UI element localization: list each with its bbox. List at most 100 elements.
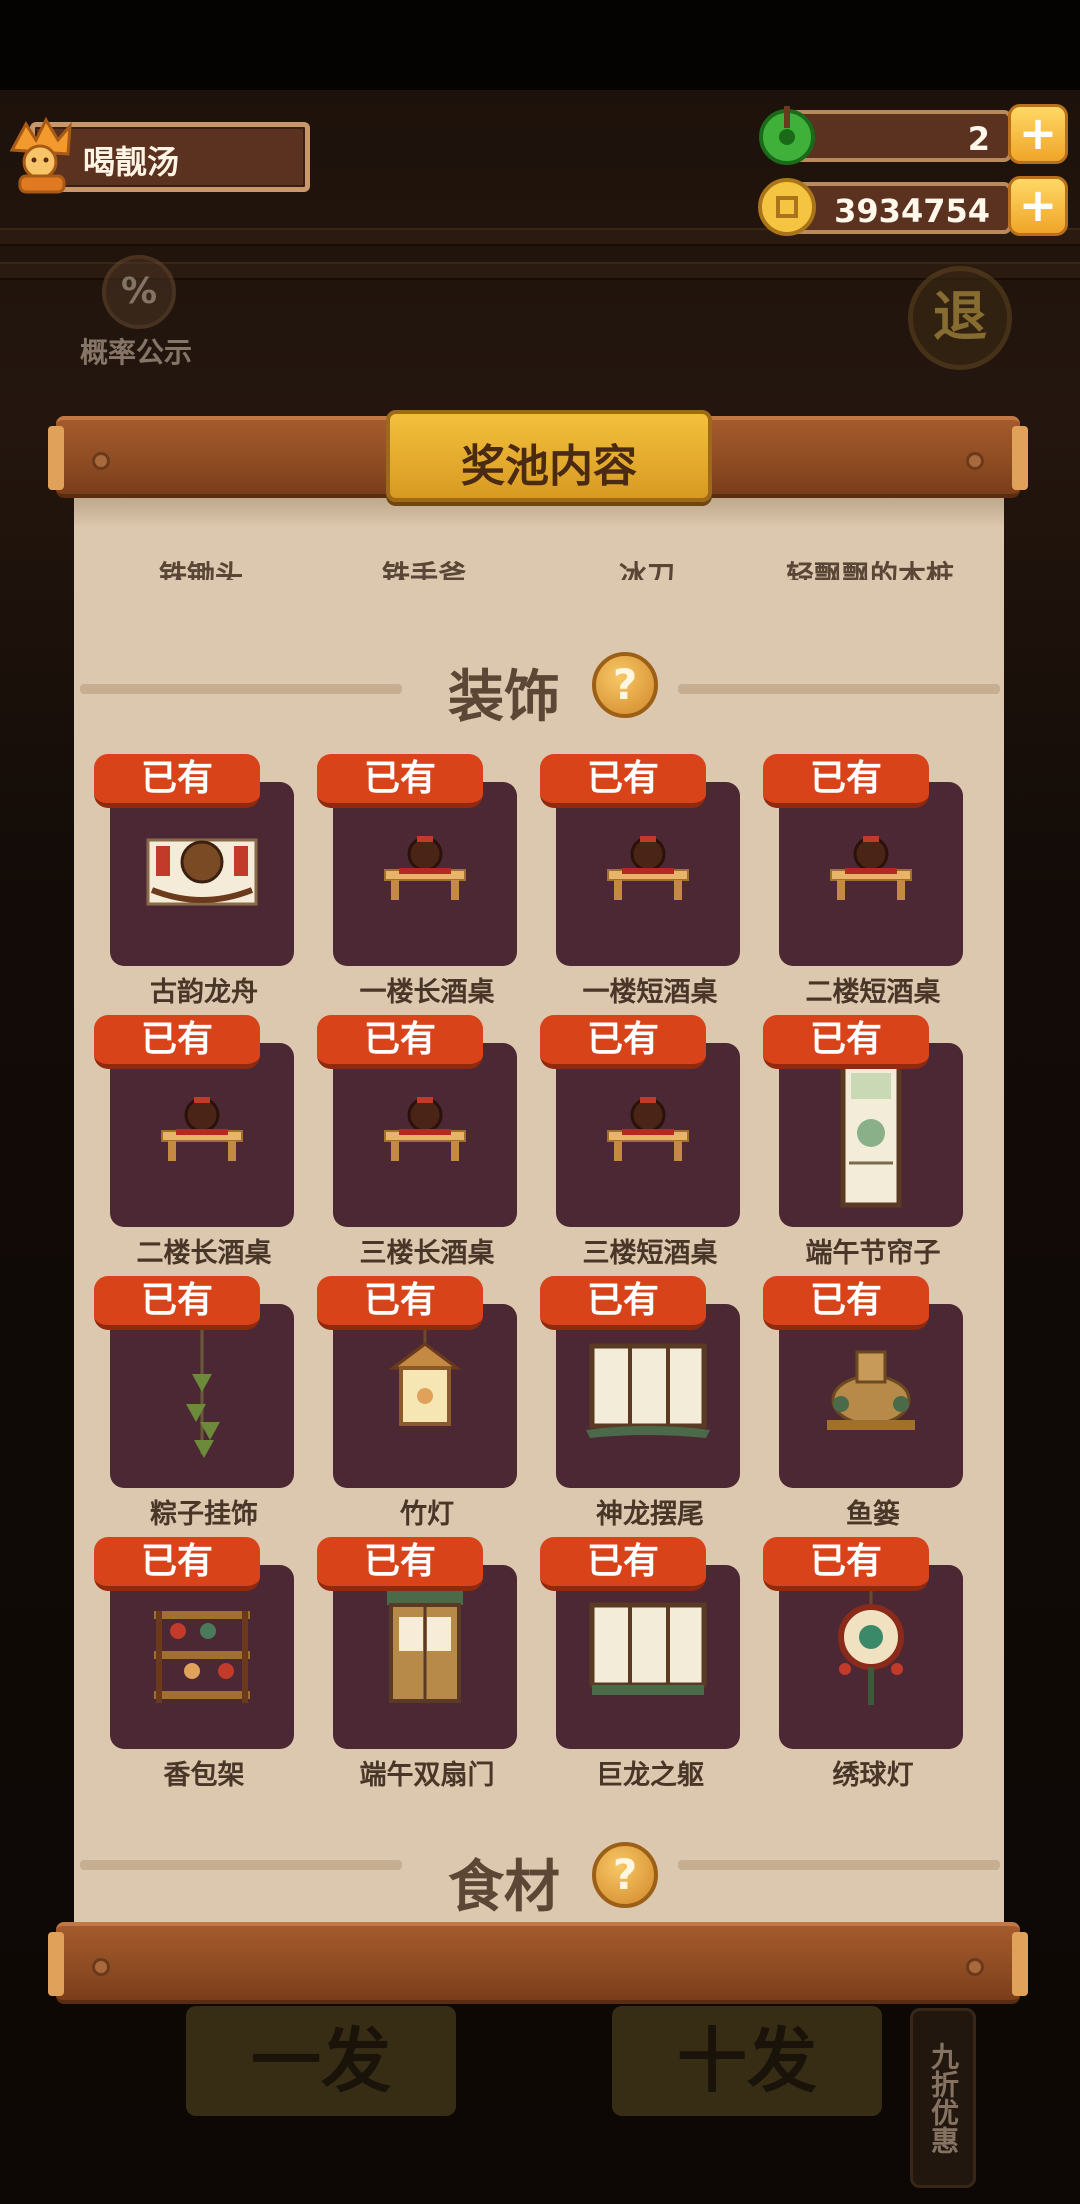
decoration-item[interactable]: 已有二楼短酒桌 [763, 754, 963, 1008]
previous-item-name: 冰刀 [618, 559, 675, 580]
section-title: 食材 [448, 1855, 560, 1920]
item-name: 端午双扇门 [359, 1760, 495, 1791]
rod-cap [48, 1932, 64, 1996]
help-icon[interactable]: ? [592, 652, 658, 718]
decoration-item[interactable]: 已有三楼短酒桌 [540, 1015, 740, 1269]
owned-badge: 已有 [94, 1015, 260, 1069]
item-name: 竹灯 [400, 1499, 454, 1530]
rod-nail [92, 1958, 110, 1976]
item-name: 鱼篓 [846, 1499, 900, 1530]
discount-tag: 九折优惠 [910, 2008, 976, 2188]
owned-badge: 已有 [763, 1276, 929, 1330]
divider [678, 1860, 1000, 1870]
decoration-item[interactable]: 已有鱼篓 [763, 1276, 963, 1530]
player-avatar-icon[interactable] [6, 110, 76, 194]
dragon-body-window-icon [589, 1602, 707, 1695]
owned-badge: 已有 [540, 754, 706, 808]
next-section-header: 食材 ? [74, 1838, 1004, 1920]
owned-badge: 已有 [763, 754, 929, 808]
rod-nail [966, 1958, 984, 1976]
jade-icon [759, 106, 815, 165]
bamboo-lamp-icon [388, 1318, 462, 1426]
item-name: 绣球灯 [832, 1760, 914, 1791]
rod-nail [966, 452, 984, 470]
owned-badge: 已有 [540, 1537, 706, 1591]
owned-badge: 已有 [317, 1276, 483, 1330]
divider [80, 1860, 402, 1870]
single-draw-button[interactable]: 一发 [186, 2006, 456, 2116]
item-name: 三楼短酒桌 [582, 1238, 718, 1269]
probability-button[interactable]: % 概率公示 [66, 255, 206, 375]
owned-badge: 已有 [763, 1537, 929, 1591]
decoration-item[interactable]: 已有 神龙摆尾 [540, 1276, 740, 1530]
divider [678, 684, 1000, 694]
decoration-item[interactable]: 已有 一楼长酒桌 [317, 754, 517, 1008]
owned-badge: 已有 [94, 1537, 260, 1591]
decoration-item[interactable]: 已有粽子挂饰 [94, 1276, 294, 1530]
decoration-item[interactable]: 已有二楼长酒桌 [94, 1015, 294, 1269]
previous-item-name: 铁锄头 [158, 559, 243, 580]
dragon-boat-icon [146, 838, 258, 906]
item-name: 粽子挂饰 [150, 1499, 258, 1530]
item-name: 二楼长酒桌 [136, 1238, 272, 1269]
decoration-section-header: 装饰 ? [74, 648, 1004, 730]
previous-section-row: 铁锄头 铁手斧 冰刀 轻飘飘的木桩 [74, 550, 1004, 580]
probability-label: 概率公示 [79, 336, 192, 369]
item-name: 神龙摆尾 [596, 1499, 704, 1530]
decoration-item[interactable]: 已有三楼长酒桌 [317, 1015, 517, 1269]
add-coin-button[interactable]: + [1008, 176, 1068, 236]
zongzi-ornament-icon [186, 1324, 220, 1458]
owned-badge: 已有 [94, 754, 260, 808]
decoration-item[interactable]: 已有绣球灯 [763, 1537, 963, 1791]
item-name: 香包架 [163, 1760, 245, 1791]
item-name: 古韵龙舟 [150, 977, 258, 1008]
exit-button[interactable]: 退 [908, 266, 1012, 370]
owned-badge: 已有 [317, 754, 483, 808]
paper-shade [74, 498, 1004, 528]
player-name: 喝靓汤 [83, 143, 180, 181]
wine-table-icon [161, 1097, 243, 1161]
item-name: 三楼长酒桌 [359, 1238, 495, 1269]
owned-badge: 已有 [540, 1015, 706, 1069]
sachet-rack-icon [154, 1611, 250, 1703]
coin-value: 3934754 [834, 192, 990, 230]
double-door-icon [387, 1587, 463, 1703]
dragon-tail-window-icon [586, 1343, 710, 1438]
wine-table-icon [830, 836, 912, 900]
decoration-item[interactable]: 已有古韵龙舟 [94, 754, 294, 1008]
coin-icon [758, 178, 816, 236]
rod-cap [1012, 426, 1028, 490]
decoration-item[interactable]: 已有端午双扇门 [317, 1537, 517, 1791]
panel-title-plate: 奖池内容 [386, 410, 712, 502]
item-name: 二楼短酒桌 [805, 977, 941, 1008]
add-jade-button[interactable]: + [1008, 104, 1068, 164]
prize-pool-panel: 铁锄头 铁手斧 冰刀 轻飘飘的木桩 装饰 ? 已有 古韵龙舟 已有 一楼长酒桌 已有 一楼… [74, 498, 1004, 1922]
decoration-item[interactable]: 已有 端午节帘子 [763, 1015, 963, 1269]
item-name: 端午节帘子 [805, 1238, 941, 1269]
section-title: 装饰 [448, 665, 560, 730]
previous-item-name: 铁手斧 [381, 559, 466, 580]
decoration-item[interactable]: 已有 巨龙之躯 [540, 1537, 740, 1791]
scroll-bottom-rod [48, 1922, 1028, 2004]
owned-badge: 已有 [317, 1015, 483, 1069]
wine-table-icon [607, 836, 689, 900]
fish-basket-icon [827, 1350, 915, 1430]
ten-draw-button[interactable]: 十发 [612, 2006, 882, 2116]
decoration-item[interactable]: 已有竹灯 [317, 1276, 517, 1530]
item-name: 一楼短酒桌 [582, 977, 718, 1008]
rod-nail [92, 452, 110, 470]
embroidered-ball-lamp-icon [838, 1579, 904, 1705]
help-icon[interactable]: ? [592, 1842, 658, 1908]
percent-icon: % [102, 255, 176, 329]
wine-table-icon [384, 836, 466, 900]
wine-table-icon [384, 1097, 466, 1161]
jade-value: 2 [967, 120, 990, 158]
previous-item-name: 轻飘飘的木桩 [785, 559, 954, 580]
owned-badge: 已有 [317, 1537, 483, 1591]
decoration-item[interactable]: 已有一楼短酒桌 [540, 754, 740, 1008]
owned-badge: 已有 [94, 1276, 260, 1330]
rod-cap [1012, 1932, 1028, 1996]
wine-table-icon [607, 1097, 689, 1161]
decoration-item[interactable]: 已有香包架 [94, 1537, 294, 1791]
curtain-icon [840, 1060, 902, 1208]
